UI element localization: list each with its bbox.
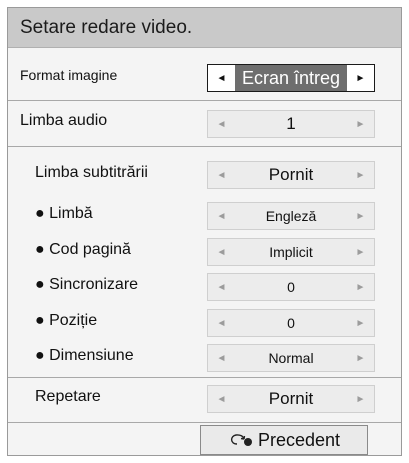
back-button-label: Precedent	[257, 429, 341, 450]
arrow-left-icon[interactable]: ◄	[208, 203, 235, 229]
audio-value: 1	[286, 114, 296, 133]
audio-selector[interactable]: ◄ 1 ►	[207, 110, 375, 138]
repeat-label: Repetare	[35, 388, 101, 405]
arrow-left-icon[interactable]: ◄	[208, 386, 235, 412]
back-button[interactable]: Precedent	[200, 425, 368, 455]
codepage-label: ● Cod pagină	[35, 241, 131, 258]
arrow-left-icon[interactable]: ◄	[208, 111, 235, 137]
arrow-right-icon[interactable]: ►	[347, 386, 374, 412]
format-label: Format imagine	[20, 67, 118, 83]
subtitle-value: Pornit	[268, 165, 314, 184]
arrow-left-icon[interactable]: ◄	[208, 310, 235, 336]
separator	[8, 422, 401, 423]
size-label: ● Dimensiune	[35, 347, 134, 364]
sync-value: 0	[287, 279, 295, 295]
arrow-right-icon[interactable]: ►	[347, 162, 374, 188]
size-selector[interactable]: ◄ Normal ►	[207, 344, 375, 372]
position-label: ● Poziție	[35, 312, 98, 329]
separator	[8, 377, 401, 378]
panel-title: Setare redare video.	[20, 17, 193, 38]
language-selector[interactable]: ◄ Engleză ►	[207, 202, 375, 230]
video-settings-panel: Setare redare video. Format imagine ◄ Ec…	[7, 7, 402, 456]
arrow-left-icon[interactable]: ◄	[208, 162, 235, 188]
arrow-right-icon[interactable]: ►	[347, 203, 374, 229]
subtitle-selector[interactable]: ◄ Pornit ►	[207, 161, 375, 189]
repeat-selector[interactable]: ◄ Pornit ►	[207, 385, 375, 413]
audio-label: Limba audio	[20, 112, 108, 129]
codepage-selector[interactable]: ◄ Implicit ►	[207, 238, 375, 266]
separator	[8, 146, 401, 147]
title-bar: Setare redare video.	[8, 8, 401, 48]
arrow-left-icon[interactable]: ◄	[208, 239, 235, 265]
arrow-right-icon[interactable]: ►	[347, 274, 374, 300]
arrow-right-icon[interactable]: ►	[347, 239, 374, 265]
arrow-left-icon[interactable]: ◄	[208, 274, 235, 300]
format-value: Ecran întreg	[235, 65, 347, 91]
position-selector[interactable]: ◄ 0 ►	[207, 309, 375, 337]
sync-label: ● Sincronizare	[35, 276, 139, 293]
return-arrow-icon	[228, 432, 254, 448]
codepage-value: Implicit	[269, 244, 313, 260]
arrow-right-icon[interactable]: ►	[347, 310, 374, 336]
arrow-left-icon[interactable]: ◄	[208, 65, 235, 91]
separator	[8, 100, 401, 101]
subtitle-label: Limba subtitrării	[35, 164, 148, 181]
position-value: 0	[287, 315, 295, 331]
arrow-right-icon[interactable]: ►	[347, 345, 374, 371]
sync-selector[interactable]: ◄ 0 ►	[207, 273, 375, 301]
arrow-right-icon[interactable]: ►	[347, 65, 374, 91]
language-value: Engleză	[265, 208, 317, 224]
language-label: ● Limbă	[35, 205, 93, 222]
repeat-value: Pornit	[268, 389, 314, 408]
arrow-right-icon[interactable]: ►	[347, 111, 374, 137]
arrow-left-icon[interactable]: ◄	[208, 345, 235, 371]
size-value: Normal	[268, 350, 314, 366]
format-selector[interactable]: ◄ Ecran întreg ►	[207, 64, 375, 92]
